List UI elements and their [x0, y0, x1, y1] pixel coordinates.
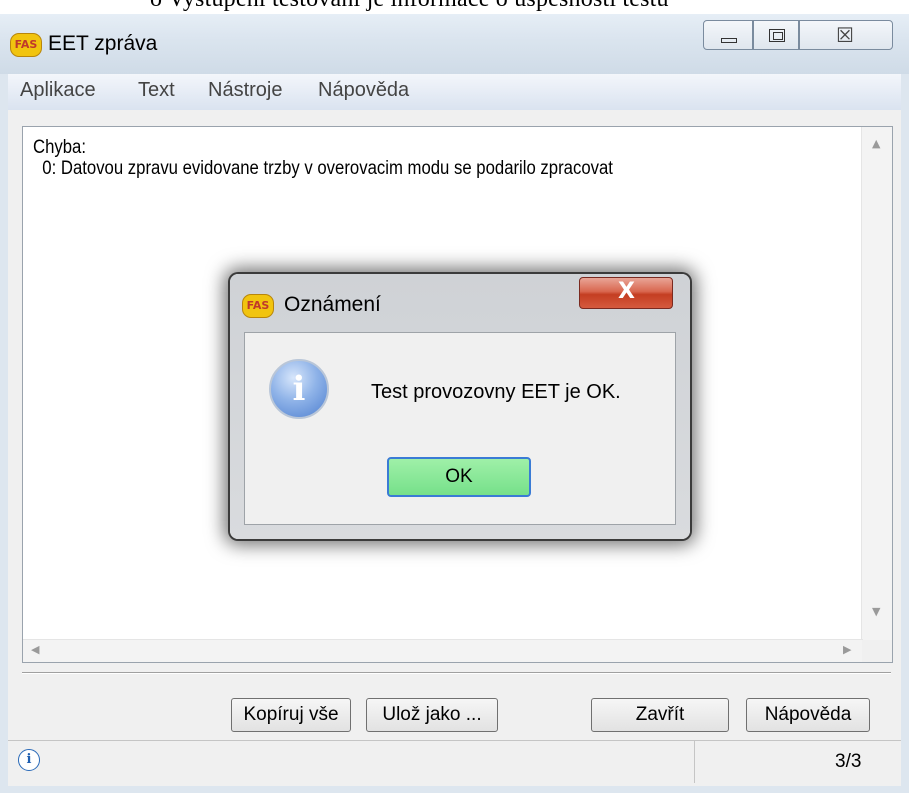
dialog-close-button[interactable]: X	[579, 277, 673, 309]
message-text: Chyba: 0: Datovou zpravu evidovane trzby…	[33, 137, 613, 179]
vertical-scrollbar[interactable]: ▲ ▼	[861, 127, 892, 640]
message-line-2: 0: Datovou zpravu evidovane trzby v over…	[33, 158, 613, 179]
menu-aplikace[interactable]: Aplikace	[20, 79, 96, 102]
title-bar[interactable]: FAS EET zpráva ☒	[0, 14, 909, 74]
info-icon: i	[18, 749, 40, 771]
scrollbar-corner	[862, 640, 892, 662]
copy-all-button[interactable]: Kopíruj vše	[231, 698, 351, 732]
status-bar: i 3/3	[8, 740, 901, 785]
message-line-1: Chyba:	[33, 137, 86, 158]
dialog-title: Oznámení	[284, 293, 381, 316]
menu-napoveda[interactable]: Nápověda	[318, 79, 409, 102]
menu-nastroje[interactable]: Nástroje	[208, 79, 282, 102]
help-button[interactable]: Nápověda	[746, 698, 870, 732]
ok-button[interactable]: OK	[387, 457, 531, 497]
fas-logo-icon: FAS	[242, 294, 274, 318]
close-dialog-button[interactable]: Zavřít	[591, 698, 729, 732]
status-panel-left: i	[8, 741, 695, 783]
information-icon: i	[269, 359, 329, 419]
dialog-body: i Test provozovny EET je OK. OK	[244, 332, 676, 525]
scroll-left-icon[interactable]: ◀	[31, 643, 39, 656]
document-heading-text: o Vystupeni testovani je informace o usp…	[150, 0, 669, 13]
dialog-message: Test provozovny EET je OK.	[371, 381, 621, 403]
minimize-button[interactable]	[703, 20, 753, 50]
save-as-button[interactable]: Ulož jako ...	[366, 698, 498, 732]
maximize-button[interactable]	[753, 20, 799, 50]
close-icon: X	[618, 279, 635, 304]
document-heading-fragment: o Vystupeni testovani je informace o usp…	[0, 0, 909, 14]
window-title: EET zpráva	[48, 32, 158, 55]
menu-bar: Aplikace Text Nástroje Nápověda	[8, 74, 901, 111]
horizontal-scrollbar[interactable]: ◀ ▶	[23, 639, 863, 662]
close-button[interactable]: ☒	[799, 20, 893, 50]
fas-logo-icon: FAS	[10, 33, 42, 57]
page-indicator: 3/3	[835, 751, 862, 772]
maximize-icon	[769, 29, 785, 42]
scroll-up-icon[interactable]: ▲	[872, 137, 880, 150]
menu-text[interactable]: Text	[138, 79, 175, 102]
scroll-right-icon[interactable]: ▶	[843, 643, 851, 656]
notification-dialog: FAS Oznámení X i Test provozovny EET je …	[230, 274, 690, 539]
caption-buttons: ☒	[703, 20, 893, 50]
scroll-down-icon[interactable]: ▼	[872, 605, 880, 618]
close-icon: ☒	[836, 23, 854, 47]
separator	[22, 672, 891, 674]
minimize-icon	[721, 38, 737, 43]
